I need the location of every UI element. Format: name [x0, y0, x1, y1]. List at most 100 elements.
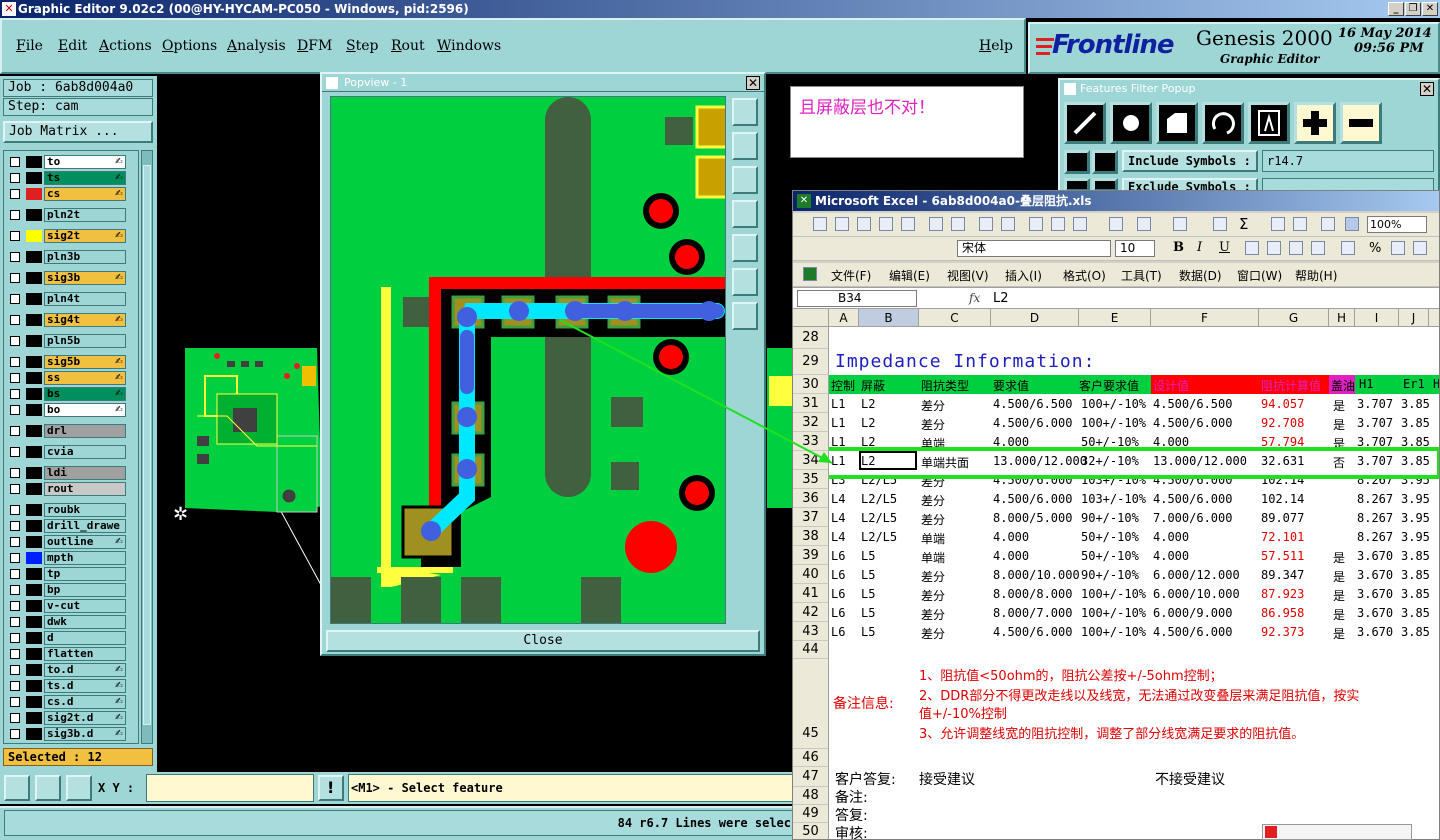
table-cell[interactable]: 102.14: [1261, 492, 1304, 506]
table-cell[interactable]: 4.500/6.000: [1153, 492, 1232, 506]
layer-row[interactable]: to ✍: [7, 155, 127, 169]
layer-name[interactable]: rout: [44, 482, 126, 496]
popview-close-icon[interactable]: ✕: [746, 76, 760, 90]
layer-checkbox[interactable]: [10, 537, 20, 547]
xl-menu-view[interactable]: 视图(V): [947, 267, 989, 284]
layer-row[interactable]: ldi: [7, 466, 127, 480]
table-cell[interactable]: 4.000: [1153, 549, 1189, 563]
layer-row[interactable]: d: [7, 631, 127, 645]
table-cell[interactable]: 4.000: [1153, 435, 1189, 449]
table-cell[interactable]: L1: [831, 435, 845, 449]
layer-name[interactable]: ts.d: [44, 679, 126, 693]
paste-icon[interactable]: [1073, 217, 1087, 231]
layer-name[interactable]: drl: [44, 424, 126, 438]
row-header-29[interactable]: 29: [793, 349, 829, 375]
row-header-30[interactable]: 30: [793, 375, 829, 394]
table-cell[interactable]: 3.707: [1357, 435, 1393, 449]
layer-name[interactable]: drill_drawe: [44, 519, 126, 533]
layer-row[interactable]: ts.d ✍: [7, 679, 127, 693]
layer-name[interactable]: bo: [44, 403, 126, 417]
row-header-28[interactable]: 28: [793, 327, 829, 349]
layer-checkbox[interactable]: [10, 617, 20, 627]
layer-name[interactable]: mpth: [44, 551, 126, 565]
layer-row[interactable]: pln3b: [7, 250, 127, 264]
table-cell[interactable]: 3.85: [1401, 568, 1430, 582]
layer-name[interactable]: flatten: [44, 647, 126, 661]
table-cell[interactable]: 3.85: [1401, 625, 1430, 639]
table-cell[interactable]: 差分: [921, 606, 945, 623]
table-cell[interactable]: 3.85: [1401, 416, 1430, 430]
table-cell[interactable]: 86.958: [1261, 606, 1304, 620]
table-cell[interactable]: L5: [861, 568, 875, 582]
research-icon[interactable]: [1001, 217, 1015, 231]
text-filter-icon[interactable]: [1248, 102, 1290, 144]
cut-icon[interactable]: [1029, 217, 1043, 231]
layer-color-swatch[interactable]: [26, 230, 42, 242]
layer-row[interactable]: rout: [7, 482, 127, 496]
layer-row[interactable]: pln5b: [7, 334, 127, 348]
alert-icon[interactable]: !: [318, 775, 344, 801]
row-header-50[interactable]: 50: [793, 823, 829, 839]
select-all-corner[interactable]: [793, 309, 829, 327]
layer-checkbox[interactable]: [10, 649, 20, 659]
zoom-select[interactable]: 100%: [1367, 216, 1427, 233]
table-cell[interactable]: 4.000: [993, 549, 1029, 563]
table-cell[interactable]: L5: [861, 549, 875, 563]
table-cell[interactable]: L1: [831, 454, 845, 468]
font-name-select[interactable]: 宋体: [957, 240, 1111, 257]
table-cell[interactable]: 6.000/12.000: [1153, 568, 1240, 582]
layer-row[interactable]: dwk: [7, 615, 127, 629]
col-header-f[interactable]: F: [1151, 309, 1259, 327]
layer-checkbox[interactable]: [10, 521, 20, 531]
layer-color-swatch[interactable]: [26, 251, 42, 263]
table-cell[interactable]: 94.057: [1261, 397, 1304, 411]
surface-filter-icon[interactable]: [1156, 102, 1198, 144]
layer-color-swatch[interactable]: [26, 388, 42, 400]
layer-checkbox[interactable]: [10, 553, 20, 563]
layer-color-swatch[interactable]: [26, 600, 42, 612]
layer-row[interactable]: sig2t.d ✍: [7, 711, 127, 725]
table-cell[interactable]: 差分: [921, 492, 945, 509]
table-cell[interactable]: L6: [831, 587, 845, 601]
layer-name[interactable]: cs: [44, 187, 126, 201]
menu-rout[interactable]: Rout: [391, 38, 425, 54]
layer-color-swatch[interactable]: [26, 446, 42, 458]
layer-color-swatch[interactable]: [26, 696, 42, 708]
table-cell[interactable]: 8.267: [1357, 473, 1393, 487]
table-cell[interactable]: 92.708: [1261, 416, 1304, 430]
table-cell[interactable]: 4.000: [993, 435, 1029, 449]
layer-row[interactable]: drill_drawe: [7, 519, 127, 533]
layer-row[interactable]: sig3b.d ✍: [7, 727, 127, 741]
layer-color-swatch[interactable]: [26, 504, 42, 516]
table-cell[interactable]: L5: [861, 625, 875, 639]
layer-name[interactable]: v-cut: [44, 599, 126, 613]
table-cell[interactable]: L4: [831, 530, 845, 544]
table-cell[interactable]: 3.670: [1357, 625, 1393, 639]
popview-canvas[interactable]: [330, 96, 726, 624]
layer-checkbox[interactable]: [10, 601, 20, 611]
popview-pan-right-button[interactable]: [732, 234, 758, 262]
spelling-icon[interactable]: [979, 217, 993, 231]
layer-row[interactable]: bo ✍: [7, 403, 127, 417]
table-cell[interactable]: 差分: [921, 625, 945, 642]
col-header-d[interactable]: D: [991, 309, 1079, 327]
row-header[interactable]: 33: [793, 432, 829, 451]
xl-menu-help[interactable]: 帮助(H): [1295, 267, 1337, 284]
col-header-g[interactable]: G: [1259, 309, 1329, 327]
menu-dfm[interactable]: DFM: [297, 38, 332, 54]
table-cell[interactable]: 是: [1333, 606, 1345, 623]
row-header[interactable]: 34: [793, 451, 829, 470]
table-cell[interactable]: 8.000/7.000: [993, 606, 1072, 620]
table-cell[interactable]: L6: [831, 549, 845, 563]
layer-name[interactable]: pln5b: [44, 334, 126, 348]
row-header[interactable]: 38: [793, 527, 829, 546]
comma-style-icon[interactable]: [1391, 241, 1405, 255]
table-cell[interactable]: L2/L5: [861, 530, 897, 544]
menu-file[interactable]: File: [16, 38, 43, 54]
row-header-45[interactable]: 45: [793, 659, 829, 749]
table-cell[interactable]: 是: [1333, 416, 1345, 433]
table-cell[interactable]: 单端: [921, 530, 945, 547]
table-cell[interactable]: 100+/-10%: [1081, 416, 1146, 430]
table-cell[interactable]: 8.267: [1357, 511, 1393, 525]
table-cell[interactable]: 差分: [921, 511, 945, 528]
